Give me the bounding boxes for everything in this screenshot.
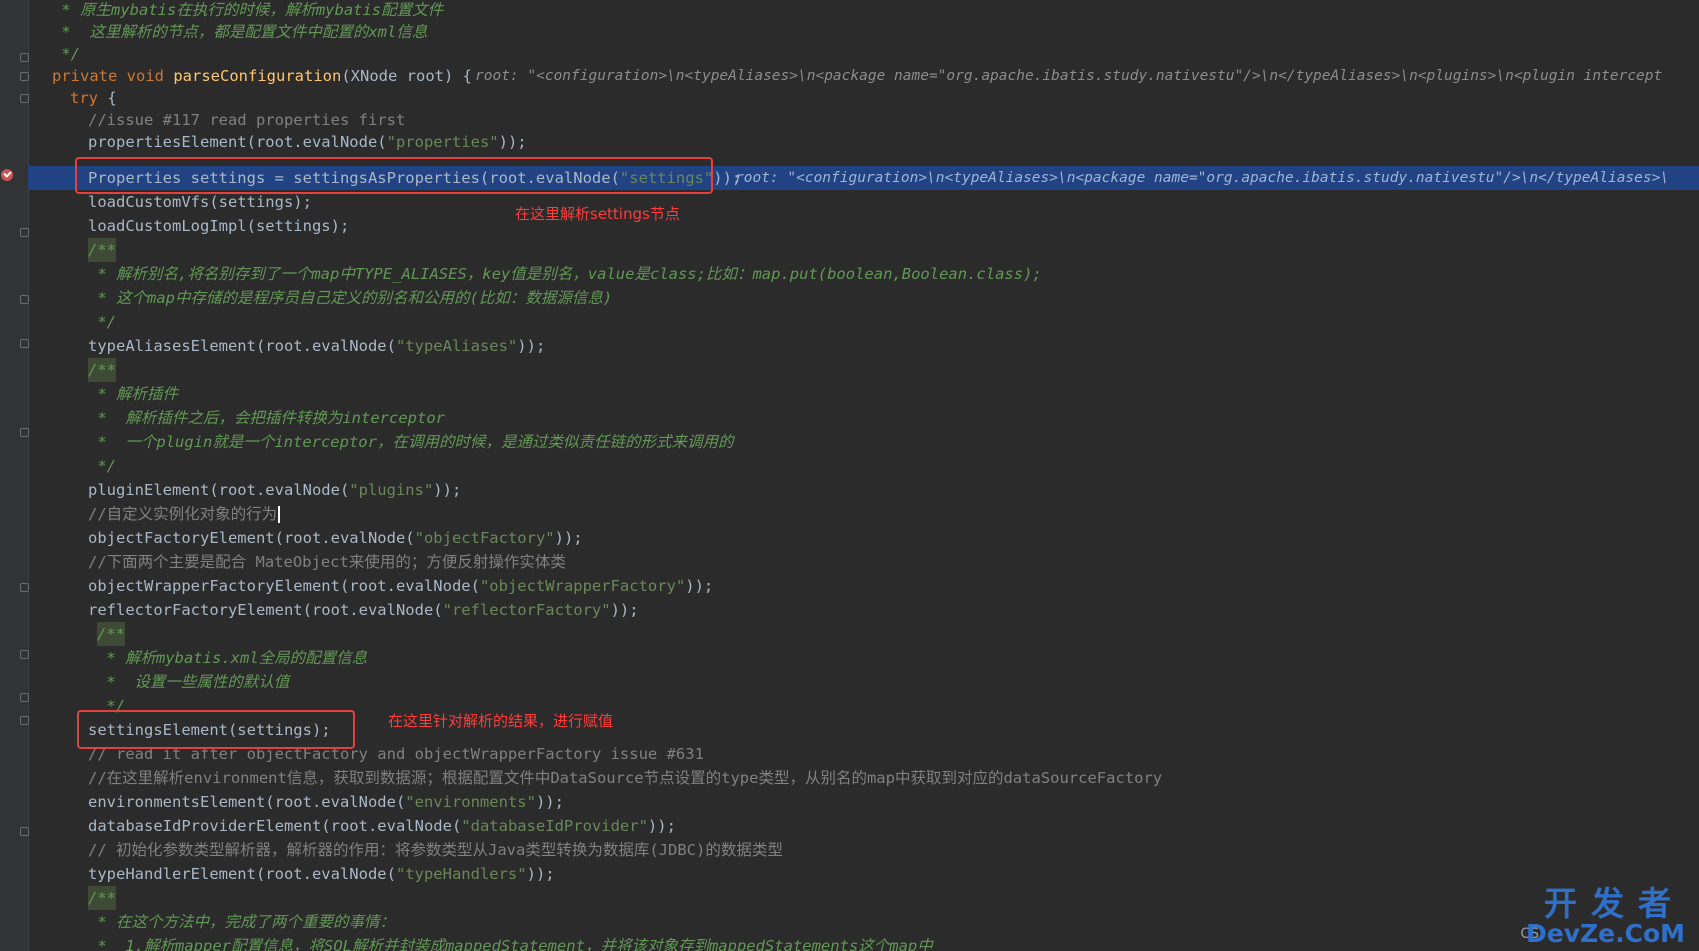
text-cursor xyxy=(278,506,281,523)
highlight-box-settings xyxy=(75,157,713,194)
code-editor[interactable]: * 原生mybatis在执行的时候，解析mybatis配置文件 * 这里解析的节… xyxy=(0,0,1699,951)
code-line[interactable]: typeHandlerElement(root.evalNode("typeHa… xyxy=(0,862,1699,886)
code-line[interactable]: /** xyxy=(0,238,1699,262)
code-line[interactable]: //issue #117 read properties first xyxy=(0,108,1699,132)
watermark-cn: 开发者 xyxy=(1544,884,1685,923)
code-line[interactable]: loadCustomLogImpl(settings); xyxy=(0,214,1699,238)
code-line[interactable]: environmentsElement(root.evalNode("envir… xyxy=(0,790,1699,814)
code-line[interactable]: //下面两个主要是配合 MateObject来使用的；方便反射操作实体类 xyxy=(0,550,1699,574)
code-line[interactable]: objectFactoryElement(root.evalNode("obje… xyxy=(0,526,1699,550)
code-line[interactable]: * 在这个方法中，完成了两个重要的事情： xyxy=(0,910,1699,934)
code-line[interactable]: * 这里解析的节点，都是配置文件中配置的xml信息 xyxy=(0,20,1699,44)
code-line[interactable]: * 一个plugin就是一个interceptor，在调用的时候，是通过类似责任… xyxy=(0,430,1699,454)
code-line[interactable]: /** xyxy=(0,886,1699,910)
code-line[interactable]: objectWrapperFactoryElement(root.evalNod… xyxy=(0,574,1699,598)
code-line[interactable]: typeAliasesElement(root.evalNode("typeAl… xyxy=(0,334,1699,358)
code-line[interactable]: try { xyxy=(0,86,1699,110)
watermark: 开发者 DevZe.CoM xyxy=(1526,887,1685,947)
inline-debug-value: root: "<configuration>\n<typeAliases>\n<… xyxy=(735,170,1670,186)
watermark-en: DevZe.CoM xyxy=(1526,919,1685,948)
code-line[interactable]: * 这个map中存储的是程序员自己定义的别名和公用的(比如：数据源信息) xyxy=(0,286,1699,310)
code-line[interactable]: * 1.解析mapper配置信息，将SQL解析并封装成mappedStateme… xyxy=(0,934,1699,951)
code-line[interactable]: databaseIdProviderElement(root.evalNode(… xyxy=(0,814,1699,838)
code-line[interactable]: reflectorFactoryElement(root.evalNode("r… xyxy=(0,598,1699,622)
code-line[interactable]: //在这里解析environment信息，获取到数据源；根据配置文件中DataS… xyxy=(0,766,1699,790)
code-line[interactable]: * 解析插件 xyxy=(0,382,1699,406)
annotation-settings-parse: 在这里解析settings节点 xyxy=(515,205,680,223)
code-line[interactable]: * 解析mybatis.xml全局的配置信息 xyxy=(0,646,1699,670)
code-line[interactable]: * 解析插件之后，会把插件转换为interceptor xyxy=(0,406,1699,430)
code-line[interactable]: */ xyxy=(0,42,1699,66)
inline-debug-value: root: "<configuration>\n<typeAliases>\n<… xyxy=(475,68,1663,84)
code-line[interactable]: * 原生mybatis在执行的时候，解析mybatis配置文件 xyxy=(0,0,1699,22)
code-line[interactable]: private void parseConfiguration(XNode ro… xyxy=(0,64,1699,88)
code-line[interactable]: //自定义实例化对象的行为 xyxy=(0,502,1699,526)
code-line[interactable]: * 解析别名,将名别存到了一个map中TYPE_ALIASES，key值是别名，… xyxy=(0,262,1699,286)
code-line[interactable]: propertiesElement(root.evalNode("propert… xyxy=(0,130,1699,154)
code-line[interactable]: */ xyxy=(0,454,1699,478)
code-line[interactable]: * 设置一些属性的默认值 xyxy=(0,670,1699,694)
highlight-box-settings-element xyxy=(77,710,355,749)
annotation-settings-assign: 在这里针对解析的结果，进行赋值 xyxy=(388,712,614,730)
code-line[interactable]: // 初始化参数类型解析器，解析器的作用：将参数类型从Java类型转换为数据库(… xyxy=(0,838,1699,862)
code-line[interactable]: /** xyxy=(0,358,1699,382)
code-area[interactable]: * 原生mybatis在执行的时候，解析mybatis配置文件 * 这里解析的节… xyxy=(0,0,1699,951)
code-line[interactable]: pluginElement(root.evalNode("plugins")); xyxy=(0,478,1699,502)
code-line[interactable]: /** xyxy=(0,622,1699,646)
code-line[interactable]: */ xyxy=(0,310,1699,334)
